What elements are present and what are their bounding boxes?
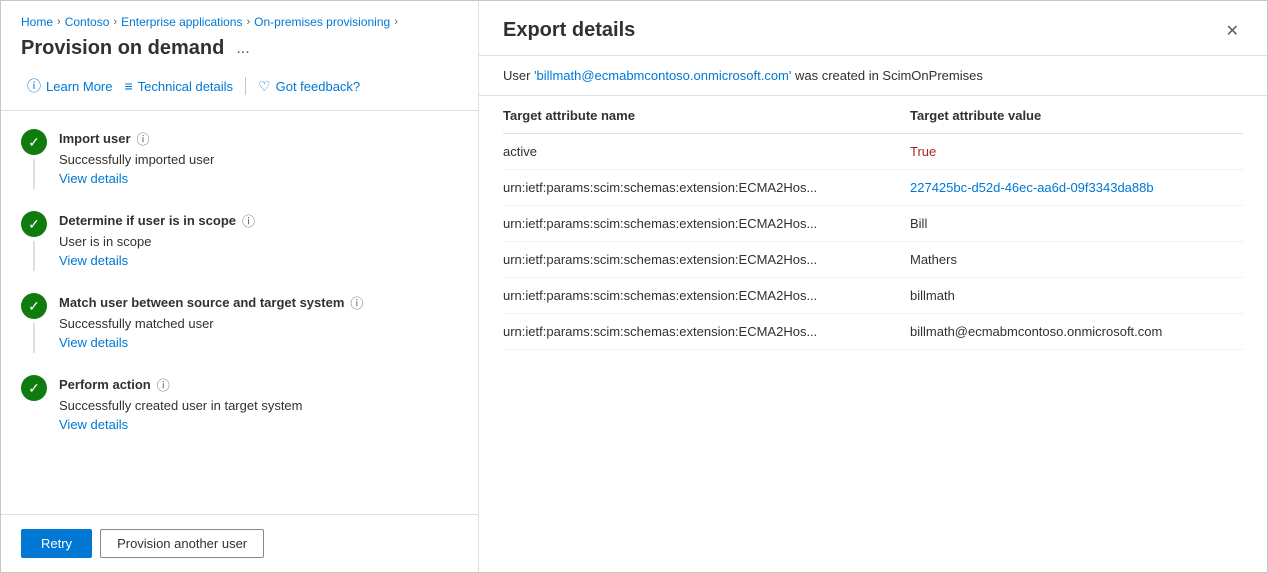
step-1-view-details[interactable]: View details bbox=[59, 171, 128, 186]
table-row: urn:ietf:params:scim:schemas:extension:E… bbox=[503, 278, 1243, 314]
step-1-title: Import user bbox=[59, 131, 131, 146]
table-row: urn:ietf:params:scim:schemas:extension:E… bbox=[503, 242, 1243, 278]
export-status: User 'billmath@ecmabmcontoso.onmicrosoft… bbox=[479, 56, 1267, 96]
table-row: urn:ietf:params:scim:schemas:extension:E… bbox=[503, 206, 1243, 242]
step-2-line bbox=[33, 241, 35, 271]
learn-more-label: Learn More bbox=[46, 79, 112, 94]
breadcrumb-sep-2: › bbox=[113, 16, 117, 28]
step-4-icon-col: ✓ bbox=[21, 373, 47, 401]
got-feedback-link[interactable]: ♡ Got feedback? bbox=[252, 74, 366, 99]
step-2-info-icon[interactable]: ⓘ bbox=[242, 211, 255, 230]
breadcrumb-home[interactable]: Home bbox=[21, 15, 53, 29]
toolbar: ⓘ Learn More ≡ Technical details ♡ Got f… bbox=[1, 72, 478, 111]
attr-name-4: urn:ietf:params:scim:schemas:extension:E… bbox=[503, 278, 910, 314]
breadcrumb-enterprise[interactable]: Enterprise applications bbox=[121, 15, 242, 29]
table-container: Target attribute name Target attribute v… bbox=[479, 96, 1267, 572]
step-2-icon-col: ✓ bbox=[21, 209, 47, 271]
col2-header: Target attribute value bbox=[910, 96, 1243, 134]
heart-icon: ♡ bbox=[258, 78, 271, 95]
step-1-desc: Successfully imported user bbox=[59, 152, 458, 167]
table-header-row: Target attribute name Target attribute v… bbox=[503, 96, 1243, 134]
attr-name-2: urn:ietf:params:scim:schemas:extension:E… bbox=[503, 206, 910, 242]
step-4-title: Perform action bbox=[59, 377, 151, 392]
step-action: ✓ Perform action ⓘ Successfully created … bbox=[21, 373, 458, 432]
breadcrumb-onprem[interactable]: On-premises provisioning bbox=[254, 15, 390, 29]
attr-value-0: True bbox=[910, 134, 1243, 170]
breadcrumb: Home › Contoso › Enterprise applications… bbox=[1, 1, 478, 33]
technical-details-link[interactable]: ≡ Technical details bbox=[118, 74, 239, 98]
step-4-view-details[interactable]: View details bbox=[59, 417, 128, 432]
list-icon: ≡ bbox=[124, 78, 132, 94]
breadcrumb-contoso[interactable]: Contoso bbox=[65, 15, 110, 29]
step-3-title-row: Match user between source and target sys… bbox=[59, 293, 458, 312]
table-row: activeTrue bbox=[503, 134, 1243, 170]
step-2-desc: User is in scope bbox=[59, 234, 458, 249]
learn-more-link[interactable]: ⓘ Learn More bbox=[21, 72, 118, 100]
page-title-row: Provision on demand ... bbox=[1, 33, 478, 72]
step-3-info-icon[interactable]: ⓘ bbox=[350, 293, 363, 312]
right-header: Export details ✕ bbox=[479, 1, 1267, 56]
status-prefix: User bbox=[503, 68, 534, 83]
step-1-icon-col: ✓ bbox=[21, 127, 47, 189]
close-button[interactable]: ✕ bbox=[1222, 19, 1243, 43]
step-2-view-details[interactable]: View details bbox=[59, 253, 128, 268]
attr-name-3: urn:ietf:params:scim:schemas:extension:E… bbox=[503, 242, 910, 278]
attr-value-3: Mathers bbox=[910, 242, 1243, 278]
retry-button[interactable]: Retry bbox=[21, 529, 92, 558]
col1-header: Target attribute name bbox=[503, 96, 910, 134]
step-scope: ✓ Determine if user is in scope ⓘ User i… bbox=[21, 209, 458, 271]
status-user: 'billmath@ecmabmcontoso.onmicrosoft.com' bbox=[534, 68, 791, 83]
attr-name-5: urn:ietf:params:scim:schemas:extension:E… bbox=[503, 314, 910, 350]
step-1-content: Import user ⓘ Successfully imported user… bbox=[59, 127, 458, 186]
provision-another-button[interactable]: Provision another user bbox=[100, 529, 264, 558]
ellipsis-button[interactable]: ... bbox=[232, 38, 253, 60]
export-details-title: Export details bbox=[503, 19, 635, 42]
attr-value-5: billmath@ecmabmcontoso.onmicrosoft.com bbox=[910, 314, 1243, 350]
attr-value-1: 227425bc-d52d-46ec-aa6d-09f3343da88b bbox=[910, 170, 1243, 206]
step-3-check: ✓ bbox=[21, 293, 47, 319]
step-2-check: ✓ bbox=[21, 211, 47, 237]
step-1-line bbox=[33, 159, 35, 189]
step-3-desc: Successfully matched user bbox=[59, 316, 458, 331]
step-import-user: ✓ Import user ⓘ Successfully imported us… bbox=[21, 127, 458, 189]
info-circle-icon: ⓘ bbox=[27, 76, 41, 96]
step-3-line bbox=[33, 323, 35, 353]
left-panel: Home › Contoso › Enterprise applications… bbox=[1, 1, 479, 572]
step-3-title: Match user between source and target sys… bbox=[59, 295, 344, 310]
attr-table: Target attribute name Target attribute v… bbox=[503, 96, 1243, 350]
technical-details-label: Technical details bbox=[138, 79, 233, 94]
table-row: urn:ietf:params:scim:schemas:extension:E… bbox=[503, 170, 1243, 206]
step-4-check: ✓ bbox=[21, 375, 47, 401]
attr-name-1: urn:ietf:params:scim:schemas:extension:E… bbox=[503, 170, 910, 206]
step-3-content: Match user between source and target sys… bbox=[59, 291, 458, 350]
step-match: ✓ Match user between source and target s… bbox=[21, 291, 458, 353]
breadcrumb-sep-3: › bbox=[246, 16, 250, 28]
step-3-view-details[interactable]: View details bbox=[59, 335, 128, 350]
step-4-content: Perform action ⓘ Successfully created us… bbox=[59, 373, 458, 432]
steps-area: ✓ Import user ⓘ Successfully imported us… bbox=[1, 111, 478, 514]
step-2-title-row: Determine if user is in scope ⓘ bbox=[59, 211, 458, 230]
table-row: urn:ietf:params:scim:schemas:extension:E… bbox=[503, 314, 1243, 350]
step-3-icon-col: ✓ bbox=[21, 291, 47, 353]
step-2-title: Determine if user is in scope bbox=[59, 213, 236, 228]
attr-name-0: active bbox=[503, 134, 910, 170]
breadcrumb-sep-4: › bbox=[394, 16, 398, 28]
bottom-buttons: Retry Provision another user bbox=[1, 514, 478, 572]
step-1-title-row: Import user ⓘ bbox=[59, 129, 458, 148]
step-4-info-icon[interactable]: ⓘ bbox=[157, 375, 170, 394]
step-2-content: Determine if user is in scope ⓘ User is … bbox=[59, 209, 458, 268]
status-suffix: was created in ScimOnPremises bbox=[791, 68, 982, 83]
toolbar-divider bbox=[245, 77, 246, 95]
step-1-info-icon[interactable]: ⓘ bbox=[137, 129, 150, 148]
got-feedback-label: Got feedback? bbox=[276, 79, 361, 94]
breadcrumb-sep-1: › bbox=[57, 16, 61, 28]
step-4-title-row: Perform action ⓘ bbox=[59, 375, 458, 394]
attr-value-2: Bill bbox=[910, 206, 1243, 242]
step-1-check: ✓ bbox=[21, 129, 47, 155]
step-4-desc: Successfully created user in target syst… bbox=[59, 398, 458, 413]
page-title: Provision on demand bbox=[21, 37, 224, 60]
attr-value-4: billmath bbox=[910, 278, 1243, 314]
right-panel: Export details ✕ User 'billmath@ecmabmco… bbox=[479, 1, 1267, 572]
